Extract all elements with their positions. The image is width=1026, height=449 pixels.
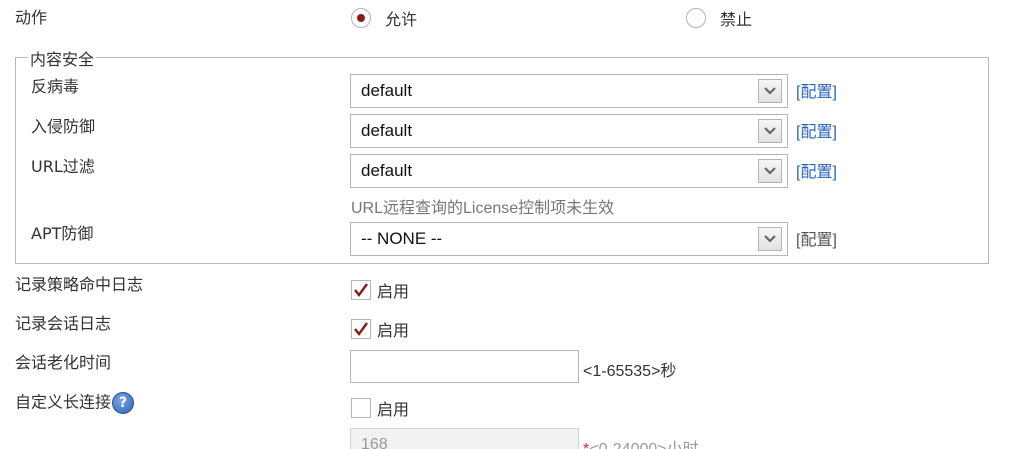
log-hit-checkbox-label: 启用 [377,282,410,301]
url-filter-label: URL过滤 [31,157,95,176]
log-session-label: 记录会话日志 [15,314,112,333]
session-aging-range: <1-65535>秒 [583,363,677,380]
ips-dropdown-button[interactable] [758,119,782,143]
url-filter-select[interactable]: default [350,154,788,188]
log-hit-checkbox-group[interactable]: 启用 [351,278,409,302]
ips-label: 入侵防御 [31,117,96,136]
radio-allow[interactable]: 允许 [351,6,417,30]
chevron-down-icon [764,87,776,95]
checkmark-icon [354,283,368,297]
antivirus-dropdown-button[interactable] [758,79,782,103]
question-help-icon[interactable]: ? [112,392,135,414]
radio-deny[interactable]: 禁止 [686,6,752,30]
custom-long-conn-hours-input[interactable] [350,428,579,449]
ips-select-value: default [361,121,413,140]
checkmark-icon [354,322,368,336]
log-session-checkbox-group[interactable]: 启用 [351,317,409,341]
url-filter-dropdown-button[interactable] [758,159,782,183]
radio-deny-label: 禁止 [720,10,753,29]
radio-allow-circle[interactable] [351,8,371,28]
log-hit-label: 记录策略命中日志 [15,275,144,294]
url-filter-config-link[interactable]: [配置] [796,158,837,182]
content-security-legend: 内容安全 [28,50,97,70]
session-aging-label: 会话老化时间 [15,353,112,372]
chevron-down-icon [764,127,776,135]
apt-dropdown-button[interactable] [758,227,782,251]
action-label: 动作 [15,8,48,27]
log-session-checkbox-label: 启用 [377,321,410,340]
apt-config-link: [配置] [796,232,837,249]
ips-select[interactable]: default [350,114,788,148]
antivirus-select-value: default [361,81,413,100]
log-session-checkbox[interactable] [351,319,371,339]
chevron-down-icon [764,167,776,175]
custom-long-conn-checkbox[interactable] [351,398,371,418]
ips-config-link[interactable]: [配置] [796,118,837,142]
custom-long-conn-range: *<0-24000>小时 [583,435,699,449]
custom-long-conn-checkbox-group[interactable]: 启用 [351,396,409,420]
custom-long-conn-range-text: <0-24000>小时 [589,441,698,449]
radio-deny-circle[interactable] [686,8,706,28]
custom-long-conn-checkbox-label: 启用 [377,400,410,419]
apt-select[interactable]: -- NONE -- [350,222,788,256]
log-hit-checkbox[interactable] [351,280,371,300]
antivirus-config-link[interactable]: [配置] [796,78,837,102]
radio-allow-label: 允许 [385,10,418,29]
session-aging-input[interactable] [350,350,579,383]
custom-long-conn-row: 自定义长连接? [15,392,135,414]
custom-long-conn-label: 自定义长连接 [15,392,112,412]
antivirus-select[interactable]: default [350,74,788,108]
url-filter-select-value: default [361,161,413,180]
apt-label: APT防御 [31,224,94,243]
chevron-down-icon [764,235,776,243]
url-license-hint: URL远程查询的License控制项未生效 [351,200,615,217]
antivirus-label: 反病毒 [31,77,80,96]
apt-select-value: -- NONE -- [361,229,443,248]
